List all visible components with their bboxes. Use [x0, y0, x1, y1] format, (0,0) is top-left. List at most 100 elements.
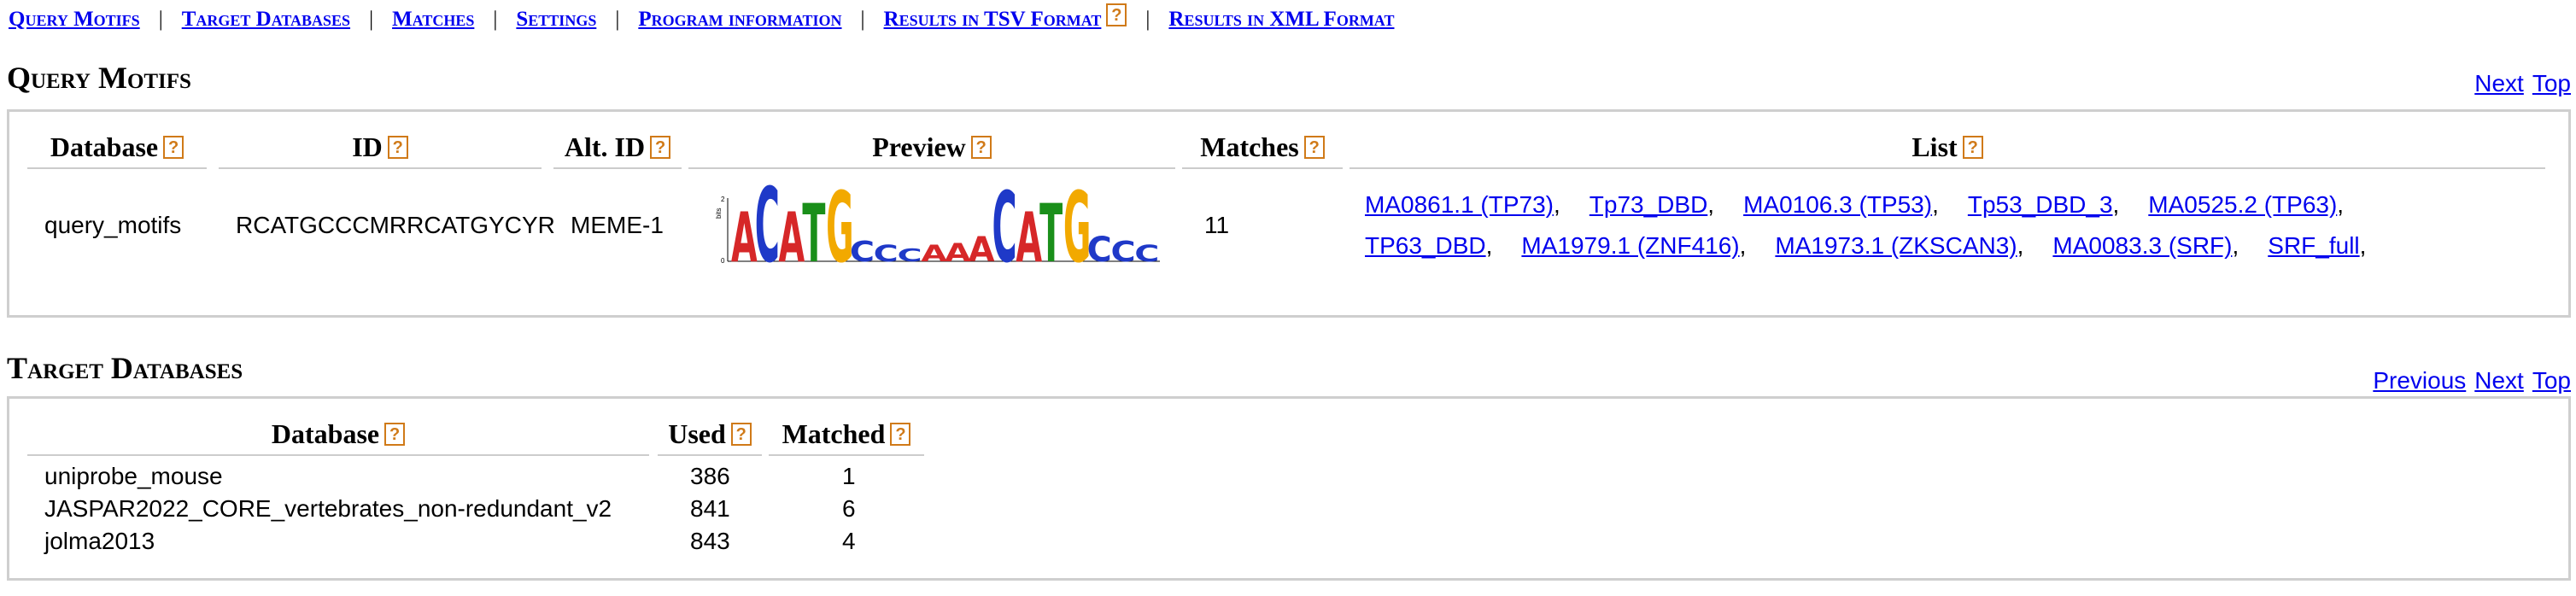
help-icon[interactable]: ? [730, 423, 752, 446]
next-link[interactable]: Next [2474, 367, 2524, 394]
logo-letter: C [1134, 241, 1159, 267]
help-icon[interactable]: ? [1962, 136, 1983, 159]
list-comma: , [1932, 191, 1939, 218]
match-list-line-1: MA0861.1 (TP73), Tp73_DBD, MA0106.3 (TP53)… [1365, 191, 2373, 219]
target-db-used: 841 [690, 495, 730, 522]
target-db-name: uniprobe_mouse [44, 463, 223, 489]
match-list-item: SRF_full, [2268, 232, 2366, 260]
nav-separator: | [860, 8, 865, 31]
col-header-id-label: ID [352, 131, 383, 162]
nav-program-information-link[interactable]: Program information [638, 8, 841, 31]
help-icon[interactable]: ? [1303, 136, 1325, 159]
col-header-list-label: List [1912, 131, 1958, 162]
logo-letter: A [969, 231, 995, 270]
logo-letter: C [1087, 231, 1112, 270]
nav-separator: | [493, 8, 498, 31]
list-comma: , [1485, 232, 1493, 259]
logo-letter: A [921, 241, 947, 267]
match-link[interactable]: SRF_full [2268, 232, 2359, 259]
top-link[interactable]: Top [2532, 367, 2571, 394]
nav-target-databases-link[interactable]: Target Databases [182, 8, 350, 31]
help-icon[interactable]: ? [1106, 3, 1127, 26]
match-list-item: MA1973.1 (ZKSCAN3), [1775, 232, 2023, 260]
col-header-list: List? [1349, 130, 2545, 169]
match-link[interactable]: MA1973.1 (ZKSCAN3) [1775, 232, 2017, 259]
list-comma: , [2017, 232, 2024, 259]
help-icon[interactable]: ? [970, 136, 992, 159]
target-db-name: jolma2013 [44, 528, 155, 554]
help-icon[interactable]: ? [163, 136, 184, 159]
help-icon[interactable]: ? [890, 423, 911, 446]
logo-letter: C [874, 241, 899, 267]
match-link[interactable]: MA1979.1 (ZNF416) [1521, 232, 1739, 259]
target-db-matched: 4 [842, 528, 856, 554]
match-list-item: MA0083.3 (SRF), [2052, 232, 2239, 260]
target-db-name: JASPAR2022_CORE_vertebrates_non-redundan… [44, 495, 612, 522]
col-header-used-label: Used [668, 418, 726, 449]
query-motifs-nav-links: Next Top [2466, 70, 2571, 97]
col-header-database: Database? [27, 130, 207, 169]
match-link[interactable]: MA0106.3 (TP53) [1743, 191, 1932, 218]
match-link[interactable]: MA0083.3 (SRF) [2052, 232, 2232, 259]
nav-separator: | [158, 8, 163, 31]
match-link[interactable]: Tp53_DBD_3 [1968, 191, 2113, 218]
match-link[interactable]: Tp73_DBD [1590, 191, 1708, 218]
logo-y-tick: 2 [721, 196, 725, 203]
logo-letter: C [755, 167, 780, 272]
col-header-database: Database? [27, 417, 649, 456]
logo-letter: T [1039, 187, 1063, 272]
list-comma: , [2112, 191, 2120, 218]
target-db-used: 843 [690, 528, 730, 554]
match-list-item: TP63_DBD, [1365, 232, 1492, 260]
nav-separator: | [369, 8, 374, 31]
col-header-matched-label: Matched [782, 418, 886, 449]
motif-alt-id-cell: MEME-1 [571, 212, 664, 238]
list-comma: , [1707, 191, 1715, 218]
logo-letter: C [992, 172, 1017, 272]
logo-letter: T [802, 187, 825, 272]
match-link[interactable]: MA0525.2 (TP63) [2148, 191, 2337, 218]
help-icon[interactable]: ? [387, 136, 408, 159]
col-header-preview: Preview? [688, 130, 1175, 169]
next-link[interactable]: Next [2474, 70, 2524, 96]
nav-separator: | [615, 8, 620, 31]
list-comma: , [1554, 191, 1560, 218]
motif-matches-count: 11 [1204, 212, 1230, 238]
motif-logo-preview[interactable]: bits 2 0 ACAT GCCCAAACAT GCCC [716, 167, 1162, 272]
previous-link[interactable]: Previous [2373, 367, 2466, 394]
nav-settings-link[interactable]: Settings [516, 8, 596, 31]
help-icon[interactable]: ? [384, 423, 406, 446]
target-databases-heading: Target Databases [7, 351, 243, 385]
col-header-database-label: Database [50, 131, 159, 162]
match-list-item: MA0525.2 (TP63), [2148, 191, 2344, 219]
logo-letters: ACAT GCCCAAACAT GCCC [731, 167, 1159, 272]
logo-letter: C [850, 235, 875, 268]
help-icon[interactable]: ? [650, 136, 671, 159]
col-header-preview-label: Preview [872, 131, 966, 162]
match-link[interactable]: TP63_DBD [1365, 232, 1486, 259]
col-header-alt-id-label: Alt. ID [564, 131, 646, 162]
target-db-matched: 1 [842, 463, 856, 489]
list-comma: , [2337, 191, 2345, 218]
nav-matches-link[interactable]: Matches [392, 8, 474, 31]
match-list-item: MA1979.1 (ZNF416), [1521, 232, 1746, 260]
col-header-used: Used? [658, 417, 762, 456]
col-header-id: ID? [219, 130, 542, 169]
top-link[interactable]: Top [2532, 70, 2571, 96]
motif-database-cell: query_motifs [44, 212, 182, 238]
col-header-matched: Matched? [769, 417, 924, 456]
match-link[interactable]: MA0861.1 (TP73) [1365, 191, 1554, 218]
match-list-item: Tp53_DBD_3, [1968, 191, 2119, 219]
match-list-item: Tp73_DBD, [1590, 191, 1714, 219]
motif-id-cell: RCATGCCCMRRCATGYCYR [236, 212, 555, 238]
logo-letter: A [731, 197, 758, 272]
nav-query-motifs-link[interactable]: Query Motifs [9, 8, 140, 31]
nav-results-tsv-link[interactable]: Results in TSV Format [884, 8, 1102, 31]
target-db-matched: 6 [842, 495, 856, 522]
list-comma: , [2359, 232, 2367, 259]
nav-separator: | [1145, 8, 1150, 31]
logo-letter: C [1110, 235, 1135, 268]
nav-results-xml-link[interactable]: Results in XML Format [1168, 8, 1394, 31]
logo-letter: A [945, 239, 971, 268]
col-header-matches: Matches? [1182, 130, 1343, 169]
